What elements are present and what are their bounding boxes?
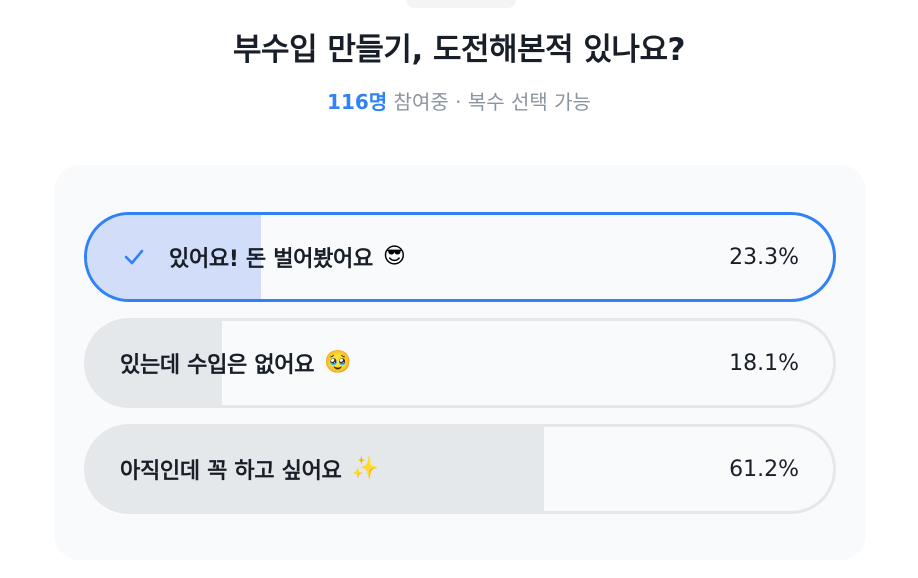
sparkles-emoji-icon: ✨ [351, 456, 379, 481]
pleading-face-emoji-icon: 🥹 [324, 350, 352, 375]
poll-option-2[interactable]: 있는데 수입은 없어요 🥹 18.1% [84, 318, 836, 408]
option-percent: 23.3% [729, 244, 799, 270]
poll-option-3[interactable]: 아직인데 꼭 하고 싶어요 ✨ 61.2% [84, 424, 836, 514]
option-label: 있는데 수입은 없어요 [120, 353, 315, 378]
top-handle [406, 0, 516, 8]
sunglasses-emoji-icon: 😎 [382, 244, 406, 269]
poll-option-1[interactable]: 있어요! 돈 벌어봤어요 😎 23.3% [84, 212, 836, 302]
option-label: 있어요! 돈 벌어봤어요 [169, 247, 373, 272]
poll-title: 부수입 만들기, 도전해본적 있나요? [233, 32, 685, 68]
option-label: 아직인데 꼭 하고 싶어요 [120, 459, 342, 484]
check-icon [123, 246, 145, 268]
poll-subtitle: 116명 참여중 · 복수 선택 가능 [0, 86, 918, 115]
option-percent: 18.1% [729, 350, 799, 376]
participant-count: 116명 [327, 90, 388, 114]
poll-page: 부수입 만들기, 도전해본적 있나요? 116명 참여중 · 복수 선택 가능 … [0, 0, 918, 578]
option-percent: 61.2% [729, 456, 799, 482]
subtitle-text: 참여중 · 복수 선택 가능 [387, 90, 591, 114]
